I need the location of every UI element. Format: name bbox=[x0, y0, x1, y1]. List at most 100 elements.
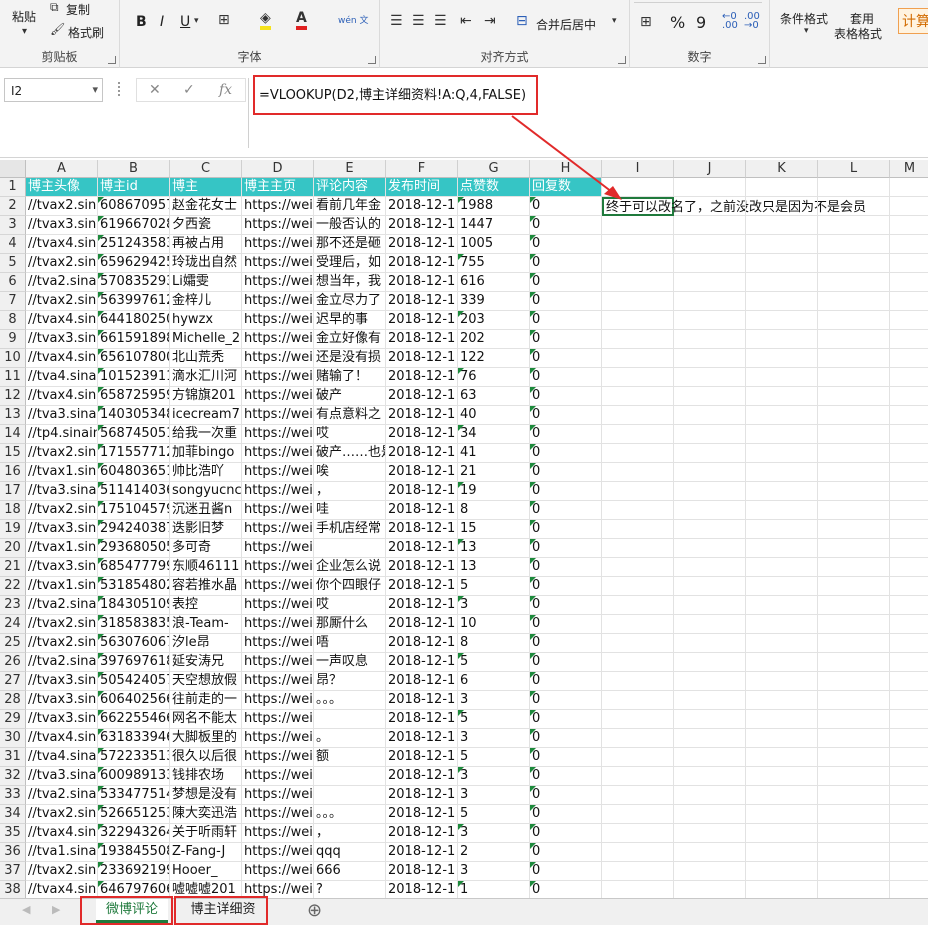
empty-cell[interactable] bbox=[890, 273, 928, 292]
header-cell[interactable]: 博主 bbox=[170, 178, 242, 197]
empty-cell[interactable] bbox=[674, 463, 746, 482]
empty-cell[interactable] bbox=[602, 463, 674, 482]
copy-button[interactable]: 复制 bbox=[66, 1, 90, 18]
data-cell[interactable]: 嘘嘘嘘201 bbox=[170, 881, 242, 898]
empty-cell[interactable] bbox=[602, 235, 674, 254]
data-cell[interactable]: //tvax2.sina bbox=[26, 501, 98, 520]
header-cell[interactable]: 评论内容 bbox=[314, 178, 386, 197]
empty-cell[interactable] bbox=[890, 824, 928, 843]
data-cell[interactable]: 251243583 bbox=[98, 235, 170, 254]
data-cell[interactable]: 656107800 bbox=[98, 349, 170, 368]
empty-cell[interactable] bbox=[602, 330, 674, 349]
next-sheet-icon[interactable]: ▶ bbox=[52, 903, 60, 916]
empty-cell[interactable] bbox=[746, 425, 818, 444]
data-cell[interactable]: 202 bbox=[458, 330, 530, 349]
empty-cell[interactable] bbox=[674, 748, 746, 767]
data-cell[interactable]: 0 bbox=[530, 444, 602, 463]
data-cell[interactable]: 3 bbox=[458, 596, 530, 615]
data-cell[interactable]: 2018-12-1 bbox=[386, 767, 458, 786]
empty-cell[interactable] bbox=[746, 843, 818, 862]
data-cell[interactable]: 2018-12-1 bbox=[386, 672, 458, 691]
empty-cell[interactable] bbox=[818, 653, 890, 672]
row-header[interactable]: 24 bbox=[0, 615, 26, 634]
data-cell[interactable]: 0 bbox=[530, 767, 602, 786]
data-cell[interactable]: https://wei bbox=[242, 482, 314, 501]
data-cell[interactable]: 帅比浩吖 bbox=[170, 463, 242, 482]
empty-cell[interactable] bbox=[674, 254, 746, 273]
empty-cell[interactable] bbox=[890, 368, 928, 387]
data-cell[interactable]: 203 bbox=[458, 311, 530, 330]
empty-cell[interactable] bbox=[890, 881, 928, 898]
data-cell[interactable]: hywzx bbox=[170, 311, 242, 330]
empty-cell[interactable] bbox=[602, 520, 674, 539]
data-cell[interactable]: 2018-12-1 bbox=[386, 482, 458, 501]
row-header[interactable]: 9 bbox=[0, 330, 26, 349]
empty-cell[interactable] bbox=[818, 691, 890, 710]
empty-cell[interactable] bbox=[746, 520, 818, 539]
data-cell[interactable]: https://wei bbox=[242, 596, 314, 615]
row-header[interactable]: 4 bbox=[0, 235, 26, 254]
empty-cell[interactable] bbox=[602, 368, 674, 387]
empty-cell[interactable] bbox=[746, 653, 818, 672]
data-cell[interactable]: 184305109 bbox=[98, 596, 170, 615]
data-cell[interactable]: 604803651 bbox=[98, 463, 170, 482]
row-header[interactable]: 2 bbox=[0, 197, 26, 216]
data-cell[interactable]: //tp4.sinaim bbox=[26, 425, 98, 444]
data-cell[interactable]: 2018-12-1 bbox=[386, 425, 458, 444]
data-cell[interactable]: 0 bbox=[530, 406, 602, 425]
empty-cell[interactable] bbox=[818, 235, 890, 254]
data-cell[interactable]: 迭影旧梦 bbox=[170, 520, 242, 539]
data-cell[interactable]: 644180250 bbox=[98, 311, 170, 330]
column-header-c[interactable]: C bbox=[170, 160, 242, 178]
empty-cell[interactable] bbox=[890, 311, 928, 330]
empty-cell[interactable] bbox=[674, 729, 746, 748]
data-cell[interactable]: //tvax2.sina bbox=[26, 444, 98, 463]
data-cell[interactable]: 318583835 bbox=[98, 615, 170, 634]
data-cell[interactable]: 再被占用 bbox=[170, 235, 242, 254]
empty-cell[interactable] bbox=[602, 425, 674, 444]
empty-cell[interactable] bbox=[746, 197, 818, 216]
empty-cell[interactable] bbox=[746, 539, 818, 558]
data-cell[interactable]: https://wei bbox=[242, 254, 314, 273]
data-cell[interactable]: //tva1.sina bbox=[26, 843, 98, 862]
empty-cell[interactable] bbox=[890, 862, 928, 881]
data-cell[interactable]: 0 bbox=[530, 273, 602, 292]
data-cell[interactable]: https://wei bbox=[242, 824, 314, 843]
data-cell[interactable]: 0 bbox=[530, 691, 602, 710]
empty-cell[interactable] bbox=[818, 767, 890, 786]
data-cell[interactable]: 570835293 bbox=[98, 273, 170, 292]
data-cell[interactable]: 0 bbox=[530, 596, 602, 615]
sheet-tab-comments[interactable]: 微博评论 bbox=[96, 899, 168, 923]
decrease-decimal-icon[interactable]: .00 →0 bbox=[744, 12, 760, 31]
empty-cell[interactable] bbox=[746, 311, 818, 330]
data-cell[interactable]: https://wei bbox=[242, 197, 314, 216]
empty-cell[interactable] bbox=[890, 672, 928, 691]
data-cell[interactable]: https://wei bbox=[242, 710, 314, 729]
empty-cell[interactable] bbox=[890, 425, 928, 444]
font-launcher-icon[interactable] bbox=[368, 56, 376, 64]
data-cell[interactable]: 322943264 bbox=[98, 824, 170, 843]
data-cell[interactable]: https://wei bbox=[242, 615, 314, 634]
cancel-icon[interactable]: ✕ bbox=[149, 82, 161, 98]
empty-cell[interactable] bbox=[818, 387, 890, 406]
empty-cell[interactable] bbox=[818, 672, 890, 691]
empty-cell[interactable] bbox=[818, 254, 890, 273]
data-cell[interactable]: 233692199 bbox=[98, 862, 170, 881]
empty-cell[interactable] bbox=[674, 501, 746, 520]
empty-cell[interactable] bbox=[602, 672, 674, 691]
number-launcher-icon[interactable] bbox=[758, 56, 766, 64]
data-cell[interactable]: 2018-12-1 bbox=[386, 615, 458, 634]
empty-cell[interactable] bbox=[746, 368, 818, 387]
empty-cell[interactable] bbox=[818, 558, 890, 577]
empty-cell[interactable] bbox=[602, 596, 674, 615]
data-cell[interactable]: https://wei bbox=[242, 349, 314, 368]
empty-cell[interactable] bbox=[746, 634, 818, 653]
header-cell[interactable]: 回复数 bbox=[530, 178, 602, 197]
data-cell[interactable]: 397697618 bbox=[98, 653, 170, 672]
empty-cell[interactable] bbox=[890, 691, 928, 710]
data-cell[interactable]: https://wei bbox=[242, 653, 314, 672]
data-cell[interactable]: 606402566 bbox=[98, 691, 170, 710]
data-cell[interactable]: 658725959 bbox=[98, 387, 170, 406]
data-cell[interactable]: https://wei bbox=[242, 634, 314, 653]
empty-cell[interactable] bbox=[890, 235, 928, 254]
